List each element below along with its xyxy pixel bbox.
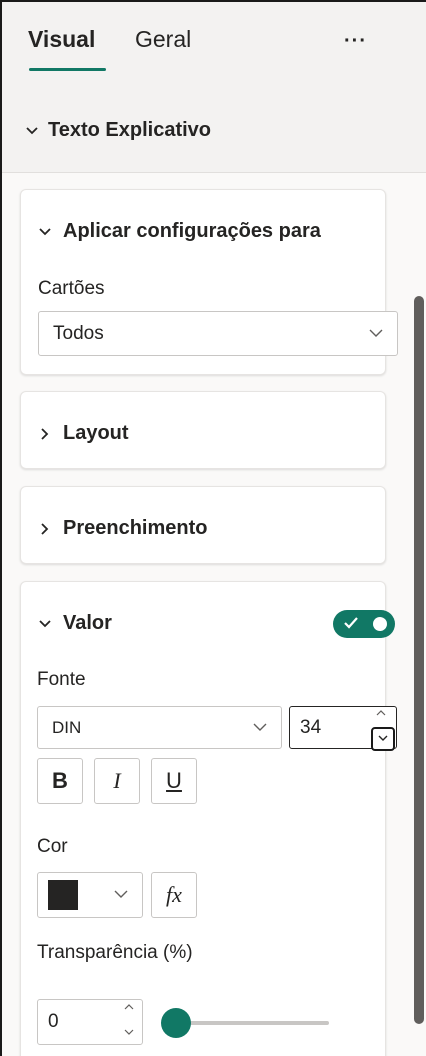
bold-button[interactable]: B [37,758,83,804]
cartoes-label: Cartões [38,278,105,299]
font-family-dropdown[interactable]: DIN [37,706,282,749]
card-layout: Layout [20,391,386,469]
section-texto-explicativo[interactable]: Texto Explicativo [26,119,211,142]
font-size-value: 34 [300,716,322,738]
font-family-value: DIN [52,717,82,737]
more-options-button[interactable]: ··· [344,30,367,53]
valor-header[interactable]: Valor [39,612,112,635]
layout-title: Layout [63,422,129,444]
chevron-down-icon [39,227,51,235]
preenchimento-header[interactable]: Preenchimento [39,517,207,540]
spin-down-button[interactable] [371,727,395,751]
transparency-value: 0 [48,1011,59,1032]
italic-button[interactable]: I [94,758,140,804]
section-title: Texto Explicativo [48,119,212,141]
tab-geral[interactable]: Geral [135,26,191,53]
color-swatch [48,880,78,910]
cartoes-selected-value: Todos [53,322,104,344]
italic-label: I [113,768,121,793]
chevron-down-icon [39,619,51,627]
chevron-down-icon [369,329,383,337]
chevron-right-icon [41,522,49,535]
tab-visual[interactable]: Visual [28,26,95,53]
layout-header[interactable]: Layout [39,422,129,445]
chevron-down-icon [253,723,267,731]
scrollbar[interactable] [414,296,424,1024]
transparency-slider-thumb[interactable] [161,1008,191,1038]
spin-down-icon[interactable] [122,1027,136,1037]
apply-settings-header[interactable]: Aplicar configurações para [39,220,321,243]
color-picker-dropdown[interactable] [37,872,143,918]
card-valor: Valor [20,581,386,1056]
card-apply-settings: Aplicar configurações para Cartões Todos [20,189,398,375]
chevron-right-icon [41,427,49,440]
check-icon [344,617,358,629]
chevron-down-icon [114,890,128,898]
card-preenchimento: Preenchimento [20,486,386,564]
cartoes-dropdown[interactable]: Todos [38,311,398,356]
valor-toggle[interactable] [333,610,395,638]
spin-up-icon[interactable] [374,708,388,718]
fonte-label: Fonte [37,669,86,690]
bold-label: B [52,768,68,793]
chevron-down-icon [378,735,388,741]
underline-label: U [166,768,182,793]
cor-label: Cor [37,836,68,857]
preenchimento-title: Preenchimento [63,517,208,539]
format-pane: Visual Geral ··· Texto Explicativo Aplic… [0,0,426,1056]
conditional-format-fx-button[interactable]: fx [151,872,197,918]
chevron-down-icon [26,126,38,134]
spin-up-icon[interactable] [122,1002,136,1012]
fx-label: fx [166,882,182,907]
transparencia-label: Transparência (%) [37,942,193,963]
apply-settings-title: Aplicar configurações para [63,220,321,242]
underline-button[interactable]: U [151,758,197,804]
toggle-knob [373,617,387,631]
valor-title: Valor [63,612,112,634]
tab-active-indicator [29,68,106,71]
